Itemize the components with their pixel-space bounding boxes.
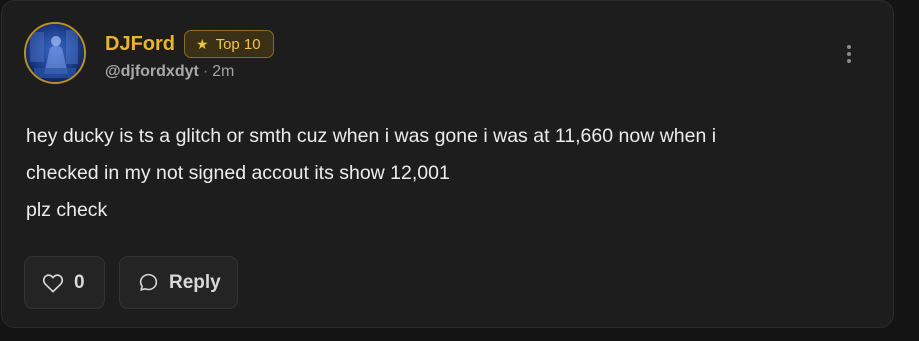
post-card: DJFord ★ Top 10 @djfordxdyt · 2m hey ducky… [1, 0, 894, 328]
rank-badge: ★ Top 10 [184, 30, 274, 58]
post-body-line: hey ducky is ts a glitch or smth cuz whe… [26, 125, 717, 147]
like-button[interactable]: 0 [24, 256, 105, 309]
heart-icon [42, 273, 64, 292]
author-row: DJFord ★ Top 10 [105, 29, 274, 59]
author-display-name[interactable]: DJFord [105, 33, 175, 56]
avatar-image [26, 24, 84, 82]
star-icon: ★ [196, 35, 209, 52]
post-body: hey ducky is ts a glitch or smth cuz whe… [26, 118, 866, 229]
rank-badge-label: Top 10 [215, 35, 261, 53]
chat-bubble-icon [139, 273, 158, 291]
more-vertical-icon [838, 45, 860, 63]
reply-button[interactable]: Reply [119, 256, 238, 309]
post-body-line: checked in my not signed accout its show… [26, 162, 450, 184]
like-count: 0 [74, 271, 85, 293]
meta-separator: · [202, 63, 209, 80]
author-meta: @djfordxdyt · 2m [105, 63, 234, 81]
author-handle[interactable]: @djfordxdyt [105, 63, 199, 80]
more-options-button[interactable] [838, 43, 860, 71]
reply-label: Reply [169, 271, 221, 293]
post-body-line: plz check [26, 199, 108, 221]
avatar[interactable] [24, 22, 86, 84]
post-timestamp: 2m [212, 63, 235, 80]
